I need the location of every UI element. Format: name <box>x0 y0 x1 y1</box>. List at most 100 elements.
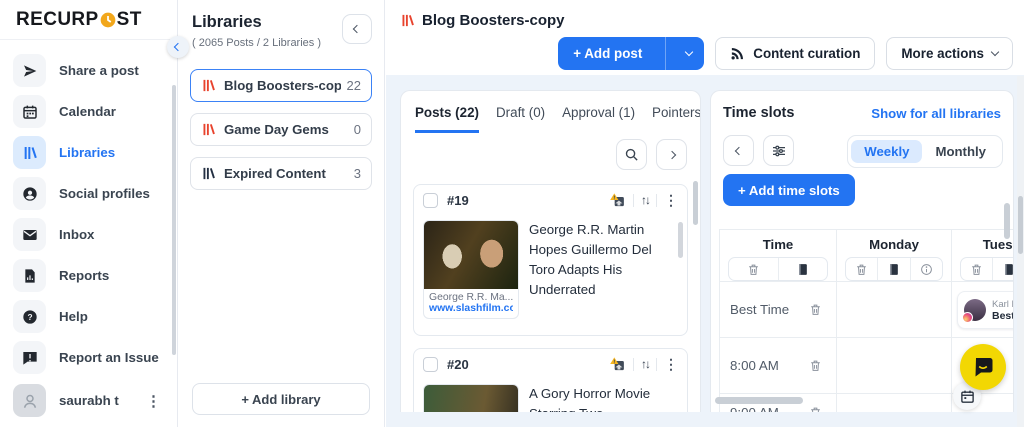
link-preview-meta: George R.R. Ma... www.slashfilm.com <box>424 289 518 318</box>
sidebar-item-social-profiles[interactable]: Social profiles <box>0 173 177 214</box>
post-card-header: #20 ↑↓ ⋮ <box>414 349 687 379</box>
sidebar-item-inbox[interactable]: Inbox <box>0 214 177 255</box>
library-name: Game Day Gems <box>224 122 329 137</box>
post-menu-kebab-icon[interactable]: ⋮ <box>664 192 678 209</box>
delete-column-button[interactable] <box>729 258 778 280</box>
delete-column-button[interactable] <box>961 258 992 280</box>
recurpost-app: RECURP ST Share a post Calendar Libraries… <box>0 0 1024 427</box>
chat-widget-button[interactable] <box>960 344 1006 390</box>
sidebar-item-report-an-issue[interactable]: Report an Issue <box>0 337 177 378</box>
scheduled-slot-card[interactable]: Karl Do Best T <box>957 291 1013 329</box>
column-time: Time Best Time 8:00 AM <box>720 230 837 412</box>
monthly-toggle[interactable]: Monthly <box>922 140 999 163</box>
copy-column-button[interactable] <box>877 258 909 280</box>
schedule-warning-icon[interactable] <box>609 192 626 209</box>
library-item-game-day-gems[interactable]: Game Day Gems 0 <box>190 113 372 146</box>
sidebar-item-help[interactable]: ? Help <box>0 296 177 337</box>
content-curation-label: Content curation <box>753 46 861 61</box>
reorder-icon[interactable]: ↑↓ <box>641 193 651 207</box>
clock-icon <box>100 12 116 28</box>
chevron-down-icon <box>990 47 1000 57</box>
posts-list-scrollbar[interactable] <box>693 181 698 225</box>
slot-cell-monday-best-time[interactable] <box>837 282 951 338</box>
paper-plane-icon <box>13 54 46 87</box>
add-time-slots-button[interactable]: + Add time slots <box>723 174 855 206</box>
delete-column-button[interactable] <box>846 258 877 280</box>
content-curation-button[interactable]: Content curation <box>715 37 876 70</box>
sidebar-collapse-handle[interactable] <box>167 36 189 58</box>
tab-approval[interactable]: Approval (1) <box>562 105 635 133</box>
post-card-header: #19 ↑↓ ⋮ <box>414 185 687 215</box>
delete-row-button[interactable] <box>809 359 822 372</box>
sidebar-item-libraries[interactable]: Libraries <box>0 132 177 173</box>
next-page-button[interactable] <box>656 139 687 170</box>
copy-column-button[interactable] <box>777 258 828 280</box>
post-checkbox[interactable] <box>423 356 438 372</box>
trash-icon <box>748 264 758 275</box>
post-checkbox[interactable] <box>423 192 438 208</box>
column-name: Time <box>762 237 794 252</box>
posts-tabs: Posts (22) Draft (0) Approval (1) Pointe… <box>401 91 700 133</box>
filter-button[interactable] <box>763 135 794 166</box>
tab-pointers[interactable]: Pointers <box>652 105 700 133</box>
delete-row-button[interactable] <box>809 303 822 316</box>
delete-row-button[interactable] <box>809 406 822 412</box>
window-scrollbar-track[interactable] <box>1017 76 1024 427</box>
sidebar-item-label: Report an Issue <box>59 350 159 365</box>
library-item-blog-boosters-copy[interactable]: Blog Boosters-copy 22 <box>190 69 372 102</box>
tab-posts[interactable]: Posts (22) <box>415 105 479 133</box>
user-account-row[interactable]: saurabh t ⋮ <box>0 380 177 421</box>
trash-icon <box>857 264 866 275</box>
libraries-panel: Libraries ( 2065 Posts / 2 Libraries ) B… <box>167 0 385 427</box>
slot-cell-tuesday-best-time[interactable]: Karl Do Best T <box>952 282 1013 338</box>
link-preview-card[interactable] <box>423 384 519 412</box>
libraries-collapse-button[interactable] <box>342 14 372 44</box>
instagram-badge-icon <box>962 312 973 323</box>
link-preview-card[interactable]: George R.R. Ma... www.slashfilm.com <box>423 220 519 319</box>
library-item-expired-content[interactable]: Expired Content 3 <box>190 157 372 190</box>
rss-icon <box>730 46 745 61</box>
sidebar-item-label: Reports <box>59 268 110 283</box>
user-avatar <box>13 384 46 417</box>
page-title-text: Blog Boosters-copy <box>422 12 565 29</box>
post-text: George R.R. Martin Hopes Guillermo Del T… <box>529 222 652 297</box>
library-name: Blog Boosters-copy <box>224 78 341 93</box>
post-menu-kebab-icon[interactable]: ⋮ <box>664 356 678 373</box>
tab-draft[interactable]: Draft (0) <box>496 105 545 133</box>
sidebar-item-reports[interactable]: Reports <box>0 255 177 296</box>
column-header-tools <box>845 257 943 281</box>
info-button[interactable] <box>909 258 942 280</box>
calendar-icon <box>960 390 974 403</box>
more-actions-label: More actions <box>901 46 984 61</box>
sidebar-item-share-a-post[interactable]: Share a post <box>0 50 177 91</box>
prev-week-button[interactable] <box>723 135 754 166</box>
weekly-toggle[interactable]: Weekly <box>851 140 923 163</box>
schedule-warning-icon[interactable] <box>609 356 626 373</box>
copy-column-button[interactable] <box>992 258 1013 280</box>
add-post-dropdown[interactable] <box>674 47 704 57</box>
header-actions: + Add post Content curation More actions <box>558 37 1013 70</box>
post-text-scrollbar[interactable] <box>678 222 683 258</box>
chevron-down-icon <box>685 47 694 57</box>
library-icon <box>400 13 415 28</box>
time-row-8am: 8:00 AM <box>720 338 836 394</box>
reorder-icon[interactable]: ↑↓ <box>641 357 651 371</box>
time-label: 9:00 AM <box>730 405 779 412</box>
sidebar-item-calendar[interactable]: Calendar <box>0 91 177 132</box>
show-all-libraries-link[interactable]: Show for all libraries <box>871 106 1001 121</box>
add-post-button[interactable]: + Add post <box>558 37 705 70</box>
search-button[interactable] <box>616 139 647 170</box>
time-label: 8:00 AM <box>730 358 779 373</box>
time-slots-vertical-scrollbar[interactable] <box>1004 203 1010 239</box>
sidebar-scrollbar[interactable] <box>172 85 176 355</box>
user-menu-kebab-icon[interactable]: ⋮ <box>142 392 177 410</box>
slot-cell-monday-9am[interactable] <box>837 394 951 412</box>
profile-avatar <box>962 299 986 323</box>
slot-cell-monday-8am[interactable] <box>837 338 951 394</box>
link-preview-url[interactable]: www.slashfilm.com <box>429 303 513 314</box>
time-slots-horizontal-scrollbar[interactable] <box>715 397 803 404</box>
more-actions-button[interactable]: More actions <box>886 37 1013 70</box>
add-library-button[interactable]: + Add library <box>192 383 370 415</box>
window-scrollbar-thumb[interactable] <box>1018 196 1023 254</box>
report-document-icon <box>13 259 46 292</box>
